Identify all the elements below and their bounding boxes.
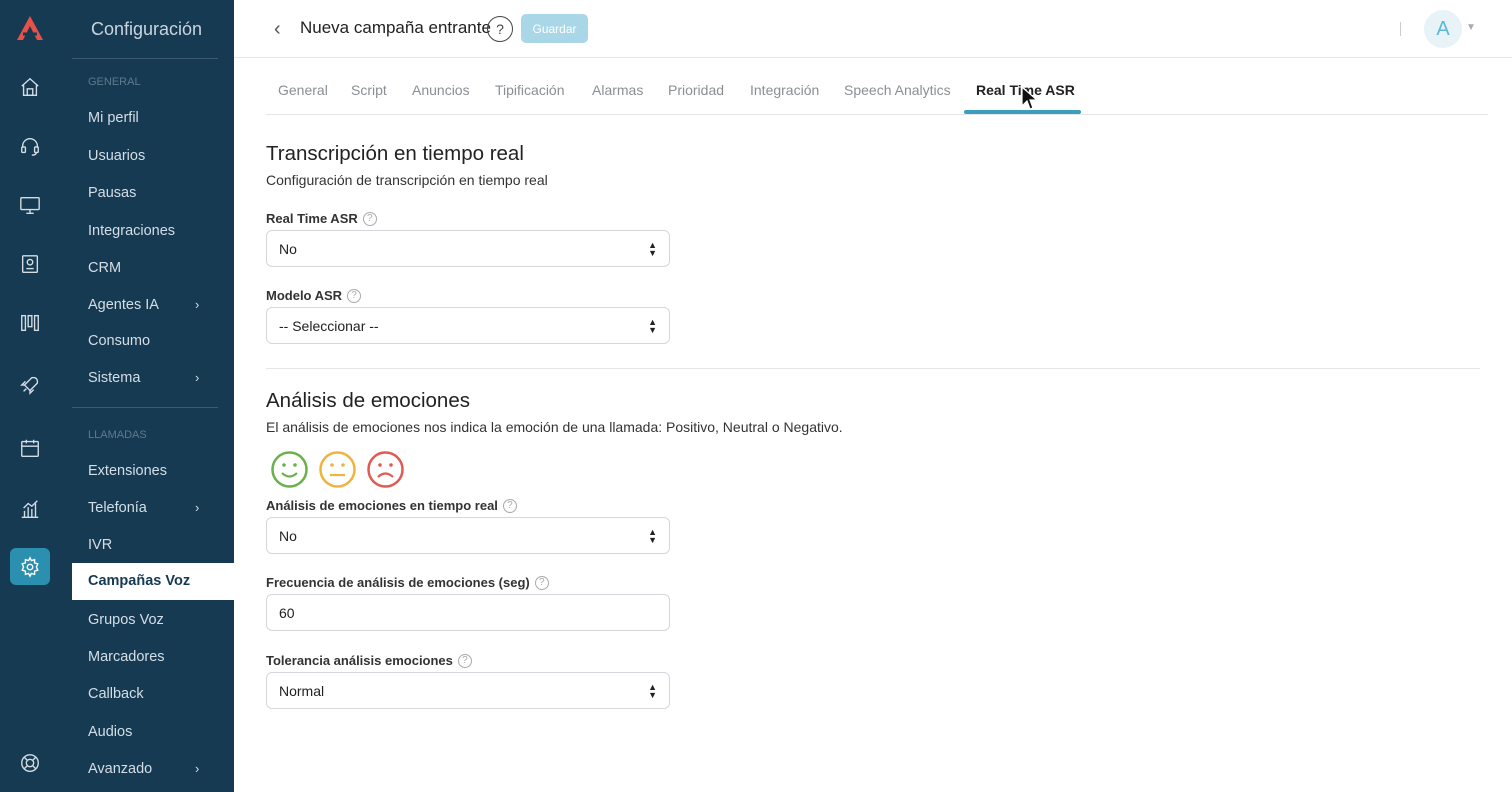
calendar-icon[interactable] — [18, 436, 42, 460]
sort-arrows-icon: ▲ ▼ — [648, 527, 657, 545]
board-icon[interactable] — [18, 311, 42, 335]
help-icon[interactable]: ? — [347, 288, 362, 303]
menu-item-marcadores[interactable]: Marcadores — [88, 649, 165, 665]
help-icon[interactable]: ? — [457, 653, 472, 668]
chart-icon[interactable] — [18, 497, 42, 521]
label-text: Modelo ASR — [266, 288, 343, 303]
section-subtitle-transcripcion: Configuración de transcripción en tiempo… — [266, 172, 548, 188]
tolerancia-select[interactable]: Normal ▲ ▼ — [266, 672, 670, 709]
menu-title: Configuración — [91, 19, 203, 39]
section-subtitle-emociones: El análisis de emociones nos indica la e… — [266, 419, 843, 435]
negative-face-icon — [367, 451, 404, 488]
tab-alarmas[interactable]: Alarmas — [592, 82, 643, 98]
menu-item-grupos-voz[interactable]: Grupos Voz — [88, 612, 164, 628]
help-icon[interactable]: ? — [502, 498, 517, 513]
label-text: Real Time ASR — [266, 211, 358, 226]
page-title: Nueva campaña entrante — [300, 18, 491, 37]
chevron-right-icon: › — [195, 761, 200, 776]
settings-menu: Configuración GENERAL Mi perfil Usuarios… — [60, 0, 294, 792]
menu-item-avanzado[interactable]: Avanzado — [88, 761, 152, 777]
headset-icon[interactable] — [18, 134, 42, 158]
menu-item-extensiones[interactable]: Extensiones — [88, 463, 167, 479]
tab-prioridad[interactable]: Prioridad — [668, 82, 724, 98]
menu-item-telefonia[interactable]: Telefonía — [88, 500, 147, 516]
menu-item-ivr[interactable]: IVR — [88, 537, 112, 553]
menu-divider — [72, 407, 218, 408]
menu-item-usuarios[interactable]: Usuarios — [88, 148, 145, 164]
section-heading-transcripcion: Transcripción en tiempo real — [266, 142, 524, 165]
help-icon[interactable]: ? — [362, 211, 377, 226]
menu-item-sistema[interactable]: Sistema — [88, 370, 140, 386]
menu-divider — [72, 58, 218, 59]
chevron-right-icon: › — [195, 297, 200, 312]
badge-icon[interactable] — [18, 252, 42, 276]
menu-item-crm[interactable]: CRM — [88, 260, 121, 276]
icon-rail — [0, 0, 60, 792]
menu-item-mi-perfil[interactable]: Mi perfil — [88, 110, 139, 126]
select-value: -- Seleccionar -- — [279, 317, 379, 334]
section-llamadas: LLAMADAS — [88, 429, 147, 441]
label-text: Análisis de emociones en tiempo real — [266, 498, 498, 513]
help-icon[interactable]: ? — [534, 575, 549, 590]
logo-icon[interactable] — [15, 14, 45, 42]
menu-item-callback[interactable]: Callback — [88, 686, 144, 702]
help-button[interactable]: ? — [487, 16, 513, 42]
emociones-tiempo-real-select[interactable]: No ▲ ▼ — [266, 517, 670, 554]
sort-arrows-icon: ▲ ▼ — [648, 682, 657, 700]
mouse-cursor-icon — [1021, 86, 1038, 110]
rocket-icon[interactable] — [18, 373, 42, 397]
sort-arrows-icon: ▲ ▼ — [648, 240, 657, 258]
real-time-asr-select[interactable]: No ▲ ▼ — [266, 230, 670, 267]
menu-item-campanas-voz-label: Campañas Voz — [88, 573, 191, 589]
modelo-asr-select[interactable]: -- Seleccionar -- ▲ ▼ — [266, 307, 670, 344]
section-general: GENERAL — [88, 76, 141, 88]
select-value: Normal — [279, 682, 325, 699]
frecuencia-input[interactable]: 60 — [266, 594, 670, 631]
tab-script[interactable]: Script — [351, 82, 387, 98]
caret-down-icon[interactable]: ▼ — [1466, 22, 1476, 33]
top-header: ‹ Nueva campaña entrante ? Guardar A ▼ — [234, 0, 1512, 58]
gear-icon[interactable] — [18, 555, 42, 579]
field-label-real-time-asr: Real Time ASR ? — [266, 211, 377, 226]
tab-tipificacion[interactable]: Tipificación — [495, 82, 565, 98]
menu-item-integraciones[interactable]: Integraciones — [88, 223, 175, 239]
section-heading-emociones: Análisis de emociones — [266, 389, 470, 412]
tab-speech-analytics[interactable]: Speech Analytics — [844, 82, 951, 98]
save-button[interactable]: Guardar — [521, 14, 588, 43]
header-divider — [1400, 22, 1401, 36]
menu-item-agentes-ia[interactable]: Agentes IA — [88, 297, 159, 313]
back-arrow-icon[interactable]: ‹ — [274, 18, 281, 41]
tab-integracion[interactable]: Integración — [750, 82, 819, 98]
menu-item-audios[interactable]: Audios — [88, 724, 132, 740]
field-label-tolerancia: Tolerancia análisis emociones ? — [266, 653, 472, 668]
chevron-right-icon: › — [195, 370, 200, 385]
field-label-modelo-asr: Modelo ASR ? — [266, 288, 362, 303]
avatar[interactable]: A — [1424, 10, 1462, 48]
neutral-face-icon — [319, 451, 356, 488]
field-label-emociones-tiempo-real: Análisis de emociones en tiempo real ? — [266, 498, 517, 513]
select-value: No — [279, 527, 297, 544]
home-icon[interactable] — [18, 75, 42, 99]
label-text: Frecuencia de análisis de emociones (seg… — [266, 575, 530, 590]
lifebuoy-icon[interactable] — [18, 751, 42, 775]
section-divider — [266, 368, 1480, 369]
sort-arrows-icon: ▲ ▼ — [648, 317, 657, 335]
monitor-icon[interactable] — [18, 193, 42, 217]
positive-face-icon — [271, 451, 308, 488]
select-value: No — [279, 240, 297, 257]
field-label-frecuencia: Frecuencia de análisis de emociones (seg… — [266, 575, 549, 590]
chevron-right-icon: › — [195, 500, 200, 515]
label-text: Tolerancia análisis emociones — [266, 653, 453, 668]
tab-general[interactable]: General — [278, 82, 328, 98]
menu-item-pausas[interactable]: Pausas — [88, 185, 136, 201]
tab-bar: General Script Anuncios Tipificación Ala… — [266, 70, 1488, 115]
tab-anuncios[interactable]: Anuncios — [412, 82, 470, 98]
menu-item-consumo[interactable]: Consumo — [88, 333, 150, 349]
